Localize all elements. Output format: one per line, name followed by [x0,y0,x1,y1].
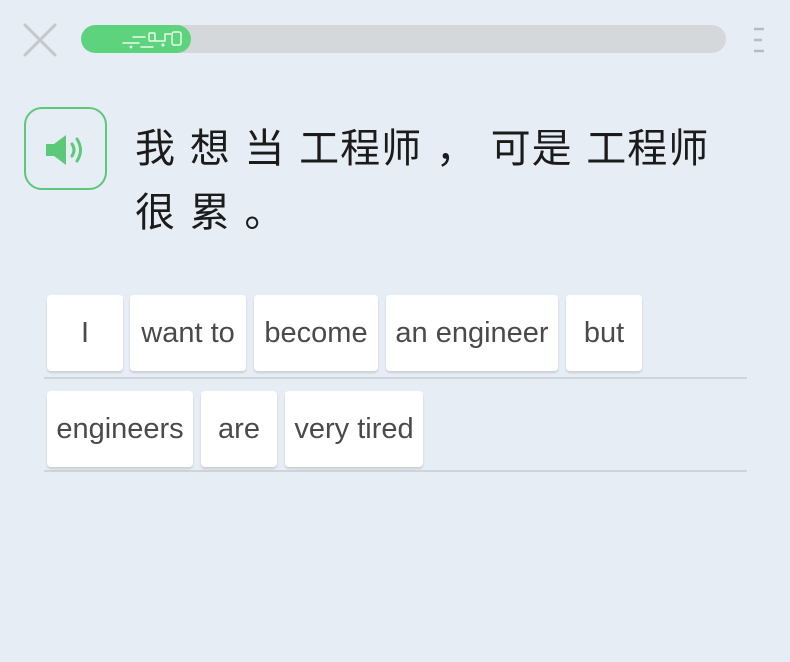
close-button[interactable] [22,22,58,58]
answer-row-2: engineers are very tired [44,391,747,472]
word-tile-become[interactable]: become [254,295,378,371]
menu-icon [754,27,764,53]
menu-button[interactable] [750,25,770,57]
answer-row-1: I want to become an engineer but [44,295,747,379]
word-tile-but[interactable]: but [566,295,642,371]
progress-fill [81,25,191,53]
word-tile-engineers[interactable]: engineers [47,391,193,467]
play-audio-button[interactable] [24,107,107,190]
word-tile-want-to[interactable]: want to [130,295,246,371]
speaker-icon [46,135,82,165]
word-tile-are[interactable]: are [201,391,277,467]
progress-bar [81,25,726,53]
close-icon [23,23,57,57]
word-tile-very-tired[interactable]: very tired [285,391,423,467]
word-tile-i[interactable]: I [47,295,123,371]
progress-decoration [121,31,182,49]
word-tile-an-engineer[interactable]: an engineer [386,295,558,371]
prompt-sentence: 我 想 当 工程师 ， 可是 工程师 很 累 。 [135,126,710,236]
